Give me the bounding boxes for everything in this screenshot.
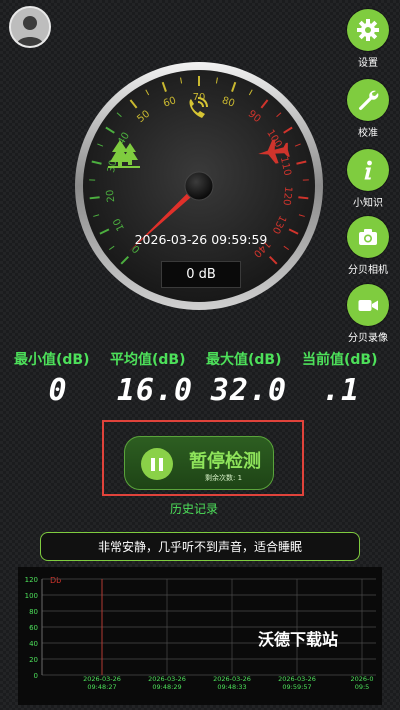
max-value-label: 最大值(dB) <box>206 352 282 368</box>
chart-x-tick-label: 09:48:27 <box>87 683 116 691</box>
pause-detection-button[interactable]: 暂停检测 剩余次数: 1 <box>124 436 274 490</box>
chart-y-tick-label: 120 <box>25 576 38 584</box>
chart-y-unit: Db <box>50 576 61 585</box>
current-value: .1 <box>321 373 361 408</box>
chart-y-tick-label: 100 <box>25 592 38 600</box>
chart-x-tick-label: 09:5 <box>355 683 370 691</box>
pause-icon <box>141 448 173 480</box>
chart-x-tick-label: 09:48:33 <box>217 683 246 691</box>
noise-description-text: 非常安静，几乎听不到声音，适合睡眠 <box>97 540 302 554</box>
gauge-tick-label: 20 <box>105 189 117 203</box>
noise-description: 非常安静，几乎听不到声音，适合睡眠 <box>40 532 360 561</box>
chart-x-tick-label: 09:59:57 <box>282 683 311 691</box>
watermark-text: 沃德下载站 <box>258 630 339 649</box>
chart-y-tick-label: 0 <box>34 672 38 680</box>
chart-x-tick-label: 2026-0 <box>350 675 373 683</box>
chart-x-tick-label: 2026-03-26 <box>213 675 251 683</box>
min-value-label: 最小值(dB) <box>14 352 90 368</box>
chart-y-tick-label: 60 <box>29 624 38 632</box>
avg-value: 16.0 <box>116 373 194 408</box>
gauge-tick <box>89 196 100 200</box>
measure-datetime: 2026-03-26 09:59:59 <box>134 232 268 247</box>
avg-value-label: 平均值(dB) <box>110 352 186 368</box>
gauge-tick <box>298 196 309 200</box>
gauge-hub <box>184 171 214 201</box>
history-link[interactable]: 历史记录 <box>170 500 218 517</box>
min-value: 0 <box>48 373 68 408</box>
chart-x-tick-label: 2026-03-26 <box>83 675 121 683</box>
chart-y-tick-label: 20 <box>29 656 38 664</box>
gauge-tick-label: 120 <box>280 186 293 206</box>
current-value-label: 当前值(dB) <box>302 352 378 368</box>
pause-detection-label: 暂停检测 <box>189 451 261 472</box>
chart-y-tick-label: 80 <box>29 608 38 616</box>
max-value: 32.0 <box>210 373 288 408</box>
chart-x-tick-label: 2026-03-26 <box>148 675 186 683</box>
chart-x-tick-label: 2026-03-26 <box>278 675 316 683</box>
remaining-count: 剩余次数: 1 <box>205 474 243 482</box>
chart-y-tick-label: 40 <box>29 640 38 648</box>
chart-x-tick-label: 09:48:29 <box>152 683 181 691</box>
db-video-label: 分贝录像 <box>348 333 388 344</box>
current-db-display: 0 dB <box>161 261 241 288</box>
